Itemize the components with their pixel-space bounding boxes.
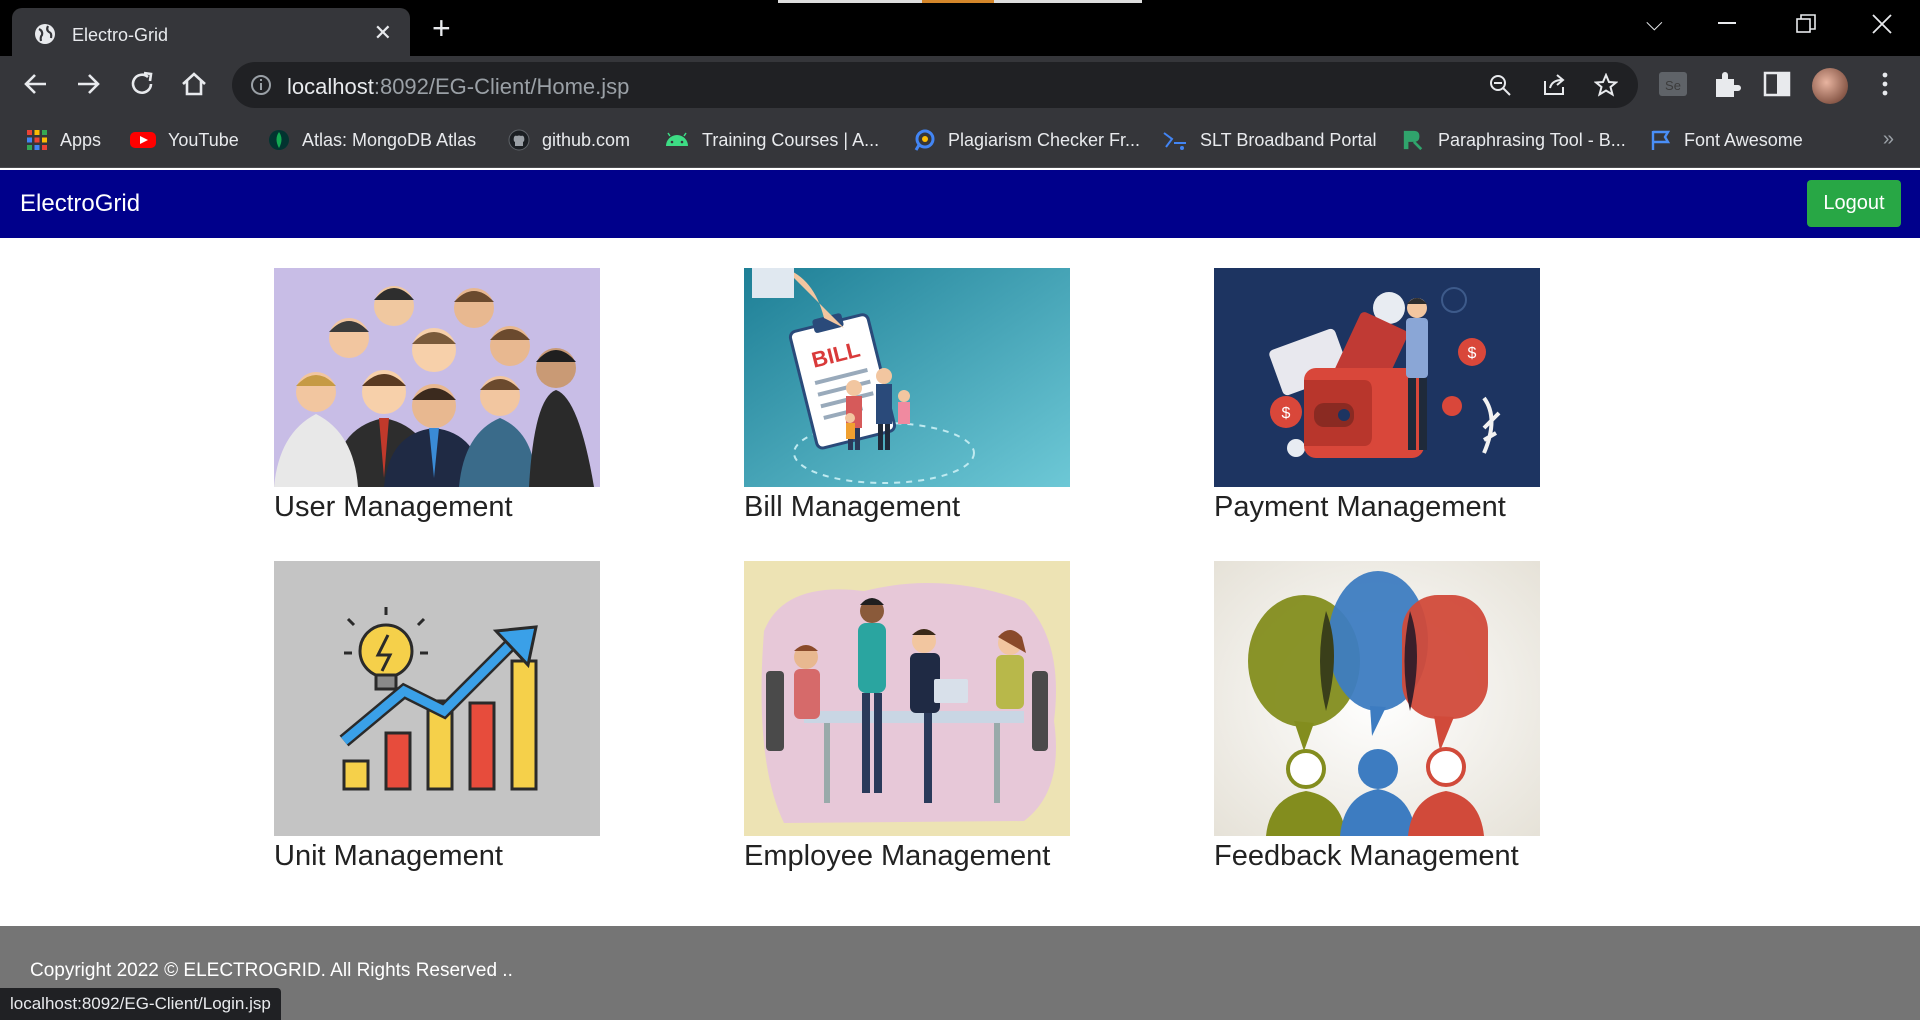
svg-text:$: $ [1468,345,1477,362]
card-feedback-management[interactable]: Feedback Management [1214,561,1540,873]
bookmark-star-icon[interactable] [1594,73,1618,97]
bill-clipboard-illustration[interactable]: BILL [744,268,1070,487]
bookmark-apps[interactable]: Apps [26,126,101,154]
android-icon [666,132,688,146]
tab-search-chevron-icon[interactable]: ⌵ [1646,10,1663,36]
bookmark-label: Training Courses | A... [702,129,880,150]
card-title[interactable]: Unit Management [274,840,600,873]
window-drag-strip [778,0,1142,3]
link-status-bar: localhost:8092/EG-Client/Login.jsp [0,988,281,1020]
share-icon[interactable] [1542,73,1566,97]
tab-title: Electro-Grid [72,25,169,45]
slt-icon [1163,132,1186,150]
site-navbar: ElectroGrid Logout [0,170,1920,238]
brand-logo-text[interactable]: ElectroGrid [20,190,140,218]
url-text[interactable]: localhost:8092/EG-Client/Home.jsp [287,74,629,100]
logout-button[interactable]: Logout [1807,180,1901,227]
svg-text:Se: Se [1665,78,1681,93]
speech-bubbles-illustration[interactable] [1214,561,1540,836]
card-unit-management[interactable]: Unit Management [274,561,600,873]
bookmark-label: Atlas: MongoDB Atlas [302,129,477,150]
group-of-people-illustration[interactable] [274,268,600,487]
font-awesome-flag-icon [1651,130,1671,150]
bookmarks-overflow-icon[interactable]: » [1883,128,1894,151]
bookmark-label: SLT Broadband Portal [1200,129,1377,150]
bookmarks-bar: Apps YouTube Atlas: MongoDB Atlas github… [0,112,1920,168]
close-window-icon[interactable] [1872,14,1892,34]
card-title[interactable]: Employee Management [744,840,1070,873]
bookmark-label: Apps [60,129,102,150]
extensions-puzzle-icon[interactable] [1712,69,1742,99]
paraphrasing-tool-icon [1403,130,1423,151]
bookmark-label: Font Awesome [1684,129,1803,150]
restore-icon[interactable] [1796,14,1816,34]
card-title[interactable]: Feedback Management [1214,840,1540,873]
apps-grid-icon [27,130,47,150]
bookmark-label: YouTube [168,129,239,150]
bookmark-slt-broadband[interactable]: SLT Broadband Portal [1162,126,1376,154]
forward-arrow-icon[interactable] [70,66,106,102]
bookmark-paraphrasing-tool[interactable]: Paraphrasing Tool - B... [1400,126,1626,154]
card-payment-management[interactable]: $ $ Payment Management [1214,268,1540,524]
bookmark-github[interactable]: github.com [508,126,630,154]
card-title[interactable]: Bill Management [744,491,1070,524]
site-footer: Copyright 2022 © ELECTROGRID. All Rights… [0,926,1920,1020]
bookmark-label: github.com [542,129,631,150]
energy-growth-chart-illustration[interactable] [274,561,600,836]
plagiarism-checker-icon [914,129,935,151]
card-bill-management[interactable]: BILL Bill Management [744,268,1070,524]
bookmark-plagiarism-checker[interactable]: Plagiarism Checker Fr... [914,126,1140,154]
address-bar[interactable]: localhost:8092/EG-Client/Home.jsp [232,62,1638,108]
browser-tab-bar: Electro-Grid ✕ + ⌵ [0,0,1920,56]
card-employee-management[interactable]: Employee Management [744,561,1070,873]
home-icon[interactable] [176,66,212,102]
more-menu-icon[interactable] [1870,69,1900,99]
github-icon [508,129,530,151]
copyright-text: Copyright 2022 © ELECTROGRID. All Rights… [30,960,513,981]
youtube-icon [130,132,156,148]
wallet-payment-illustration[interactable]: $ $ [1214,268,1540,487]
bookmark-youtube[interactable]: YouTube [130,126,239,154]
svg-text:$: $ [1282,405,1291,422]
side-panel-icon[interactable] [1762,69,1792,99]
card-title[interactable]: User Management [274,491,600,524]
minimize-icon[interactable] [1718,22,1736,24]
extension-se-icon[interactable]: Se [1658,69,1688,99]
bookmark-label: Plagiarism Checker Fr... [948,129,1141,150]
profile-avatar[interactable] [1812,68,1848,104]
bookmark-training-courses[interactable]: Training Courses | A... [664,126,879,154]
browser-toolbar: localhost:8092/EG-Client/Home.jsp Se [0,56,1920,112]
close-tab-icon[interactable]: ✕ [374,20,392,46]
card-user-management[interactable]: User Management [274,268,600,524]
site-info-icon[interactable] [250,74,272,96]
office-meeting-illustration[interactable] [744,561,1070,836]
mongodb-leaf-icon [269,130,289,150]
bookmark-label: Paraphrasing Tool - B... [1438,129,1626,150]
card-title[interactable]: Payment Management [1214,491,1540,524]
globe-icon [35,24,55,44]
zoom-out-icon[interactable] [1488,73,1512,97]
reload-icon[interactable] [124,66,160,102]
new-tab-icon[interactable]: + [432,12,451,44]
bookmark-font-awesome[interactable]: Font Awesome [1650,126,1803,154]
back-arrow-icon[interactable] [18,66,54,102]
bookmark-mongodb-atlas[interactable]: Atlas: MongoDB Atlas [268,126,476,154]
browser-tab[interactable]: Electro-Grid ✕ [12,8,410,56]
